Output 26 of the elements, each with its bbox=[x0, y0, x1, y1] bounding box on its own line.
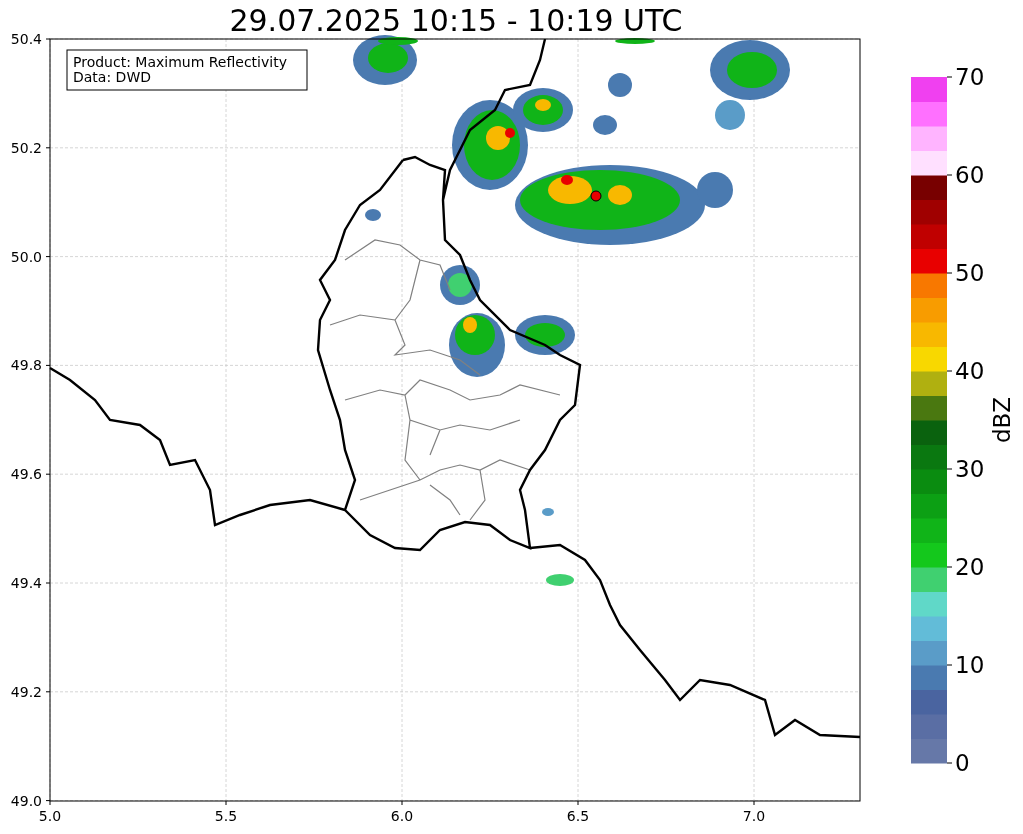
y-tick-label: 49.8 bbox=[10, 357, 42, 374]
x-tick-label: 5.0 bbox=[38, 808, 62, 824]
y-tick-label: 49.4 bbox=[10, 575, 42, 591]
x-tick-label: 5.5 bbox=[214, 808, 238, 824]
colorbar-label: dBZ bbox=[989, 396, 1015, 444]
y-tick-label: 49.2 bbox=[10, 683, 42, 700]
legend-text: Product: Maximum Reflectivity bbox=[73, 54, 287, 70]
y-tick-label: 50.0 bbox=[10, 248, 42, 265]
x-tick-label: 6.5 bbox=[566, 808, 590, 824]
colorbar-tick-label: 70 bbox=[955, 64, 985, 90]
colorbar-tick-label: 50 bbox=[955, 260, 985, 286]
legend-text: Data: DWD bbox=[73, 69, 151, 85]
x-tick-label: 7.0 bbox=[742, 808, 766, 824]
colorbar-tick-label: 30 bbox=[955, 456, 985, 482]
colorbar-tick-label: 20 bbox=[955, 554, 985, 580]
y-tick-label: 50.4 bbox=[10, 31, 42, 47]
x-tick-label: 6.0 bbox=[390, 808, 414, 824]
y-tick-label: 50.2 bbox=[10, 139, 42, 156]
location-marker-icon bbox=[590, 190, 602, 202]
colorbar-tick-label: 0 bbox=[955, 750, 970, 776]
y-tick-label: 49.6 bbox=[10, 466, 42, 483]
chart-title: 29.07.2025 10:15 - 10:19 UTC bbox=[229, 3, 683, 38]
colorbar-tick-label: 10 bbox=[955, 652, 985, 678]
colorbar-tick-label: 40 bbox=[955, 358, 985, 384]
colorbar-tick-label: 60 bbox=[955, 162, 985, 188]
y-tick-label: 49.0 bbox=[10, 792, 42, 809]
